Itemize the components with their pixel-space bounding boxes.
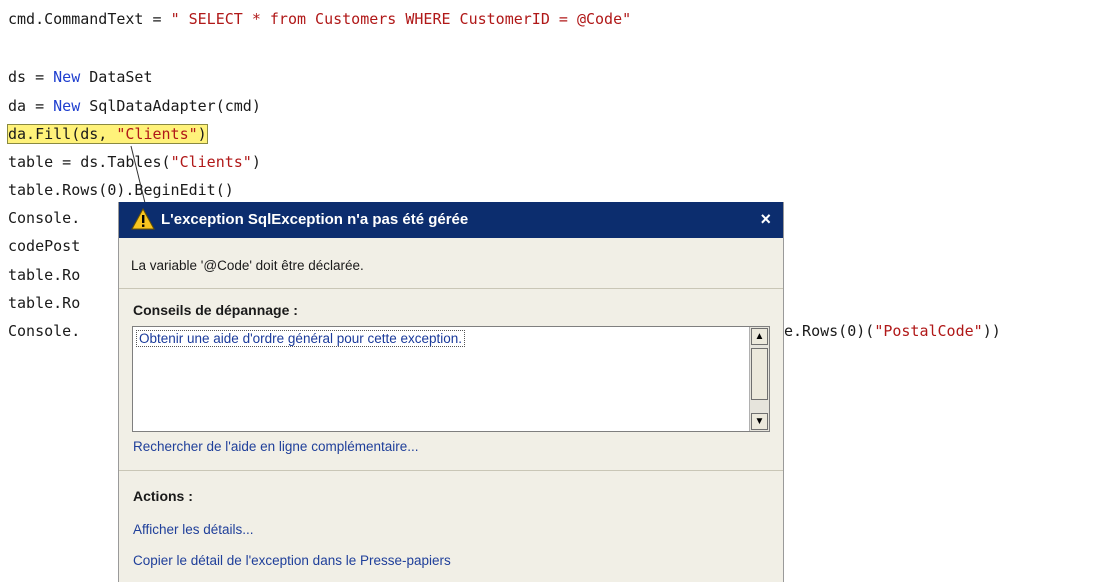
troubleshooting-heading: Conseils de dépannage : [133, 302, 298, 318]
troubleshooting-tips-list[interactable]: Obtenir une aide d'ordre général pour ce… [132, 326, 770, 432]
exception-message: La variable '@Code' doit être déclarée. [131, 258, 364, 273]
troubleshooting-tip-item[interactable]: Obtenir une aide d'ordre général pour ce… [136, 330, 466, 347]
tips-scrollbar[interactable]: ▲ ▼ [749, 327, 769, 431]
dialog-titlebar[interactable]: L'exception SqlException n'a pas été gér… [119, 202, 783, 238]
online-help-link[interactable]: Rechercher de l'aide en ligne complément… [133, 439, 418, 454]
exception-assistant-dialog: L'exception SqlException n'a pas été gér… [118, 202, 784, 582]
warning-icon [131, 207, 155, 230]
close-icon[interactable]: × [760, 209, 771, 230]
actions-heading: Actions : [133, 488, 193, 504]
divider [119, 470, 783, 471]
dialog-title: L'exception SqlException n'a pas été gér… [161, 211, 469, 228]
view-details-link[interactable]: Afficher les détails... [133, 522, 254, 537]
copy-exception-link[interactable]: Copier le détail de l'exception dans le … [133, 553, 451, 568]
scroll-down-icon[interactable]: ▼ [751, 413, 768, 430]
scroll-up-icon[interactable]: ▲ [751, 328, 768, 345]
divider [119, 288, 783, 289]
scrollbar-thumb[interactable] [751, 348, 768, 400]
